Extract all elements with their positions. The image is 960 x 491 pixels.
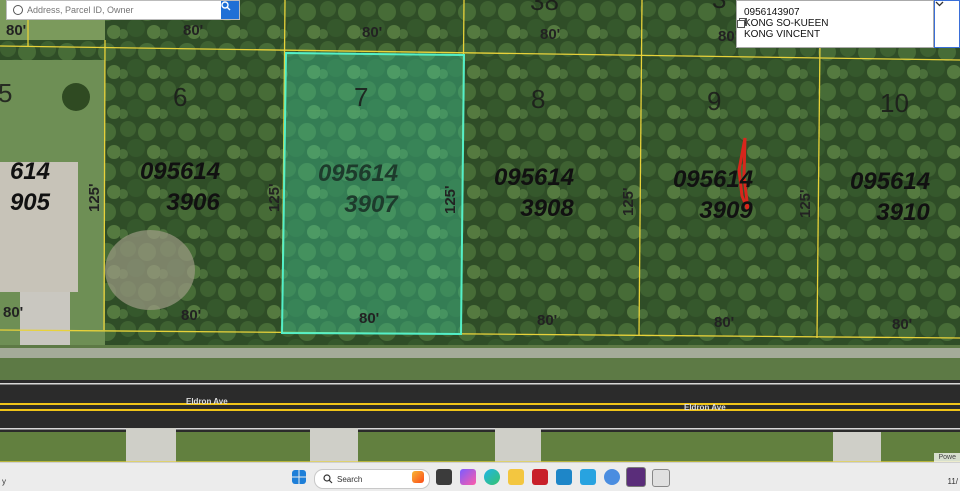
copilot-icon[interactable] (460, 469, 476, 485)
search-icon (323, 474, 333, 484)
widget-icon[interactable] (412, 471, 424, 483)
mcafee-icon[interactable] (532, 469, 548, 485)
windows-taskbar: y Search 11/ (0, 462, 960, 491)
popup-expand-button[interactable] (934, 0, 960, 48)
search-icon (221, 1, 231, 11)
parcel-id-lot6: 095614 3906 (139, 158, 221, 216)
search-input[interactable] (27, 3, 207, 17)
chevron-down-icon (935, 1, 944, 7)
dim-depth: 125' (266, 183, 283, 212)
task-view-icon[interactable] (436, 469, 452, 485)
file-explorer-icon[interactable] (508, 469, 524, 485)
dim-depth: 125' (620, 187, 637, 216)
sidewalk (0, 348, 960, 358)
lot-number-top-38: 38 (530, 0, 559, 16)
search-icon (13, 5, 23, 15)
dim-front: 80' (540, 26, 561, 43)
popup-owner-1: KONG SO-KUEEN (744, 18, 829, 29)
parcel-id-lot7: 095614 3907 (317, 160, 399, 218)
parcel-id-lot10: 095614 3910 (849, 168, 931, 226)
parcel-id-lot8: 095614 3908 (493, 164, 575, 222)
taskbar-left-text: y (2, 477, 6, 486)
taskbar-clock: 11/ (947, 477, 958, 486)
map-attribution: Powe (934, 453, 960, 462)
dim-front: 80' (3, 304, 24, 321)
dim-front: 80' (181, 307, 202, 324)
search-button[interactable] (221, 1, 239, 19)
aerial-imagery (0, 0, 960, 462)
parcel-search-box (6, 0, 240, 20)
lot-number-9: 9 (707, 86, 722, 116)
dim-front: 80' (892, 316, 913, 333)
active-app-icon[interactable] (626, 467, 646, 487)
chrome-icon[interactable] (604, 469, 620, 485)
dim-front: 80' (362, 24, 383, 41)
windows-start-icon[interactable] (292, 470, 306, 484)
store-icon[interactable] (556, 469, 572, 485)
lot-number-top-3: 3 (712, 0, 726, 15)
edge-browser-icon[interactable] (484, 469, 500, 485)
street-label: Eldron Ave (186, 397, 228, 406)
map-view[interactable]: 38 3 5 6 7 8 9 10 614905 0956143906 0956… (0, 0, 960, 462)
snipping-tool-icon[interactable] (652, 469, 670, 487)
lot-number-6: 6 (173, 82, 188, 112)
parcel-id-lot5: 614 905 (9, 158, 50, 216)
mail-icon[interactable] (580, 469, 596, 485)
popup-owner-2: KONG VINCENT (744, 29, 821, 40)
parcel-id-lot9: 095614 3909 (672, 166, 754, 224)
street-label: Eldron Ave (684, 403, 726, 412)
dim-front: 80' (537, 312, 558, 329)
dim-front: 80' (359, 310, 380, 327)
parcel-info-popup: 0956143907 KONG SO-KUEEN KONG VINCENT (736, 0, 934, 48)
lot-number-5: 5 (0, 78, 13, 108)
road (0, 380, 960, 432)
dim-front: 80' (6, 22, 27, 39)
road-center-line (0, 403, 960, 405)
dim-depth: 125' (86, 183, 103, 212)
lot-number-8: 8 (531, 84, 546, 114)
taskbar-search-label: Search (337, 474, 363, 484)
lot-number-10: 10 (880, 88, 909, 118)
lot-number-7: 7 (354, 82, 369, 112)
dim-depth: 125' (442, 185, 459, 214)
dim-front: 80' (714, 314, 735, 331)
restore-window-icon[interactable] (737, 18, 747, 28)
dim-depth: 125' (797, 189, 814, 218)
popup-parcel-id: 0956143907 (744, 7, 800, 18)
dim-front: 80' (183, 22, 204, 39)
